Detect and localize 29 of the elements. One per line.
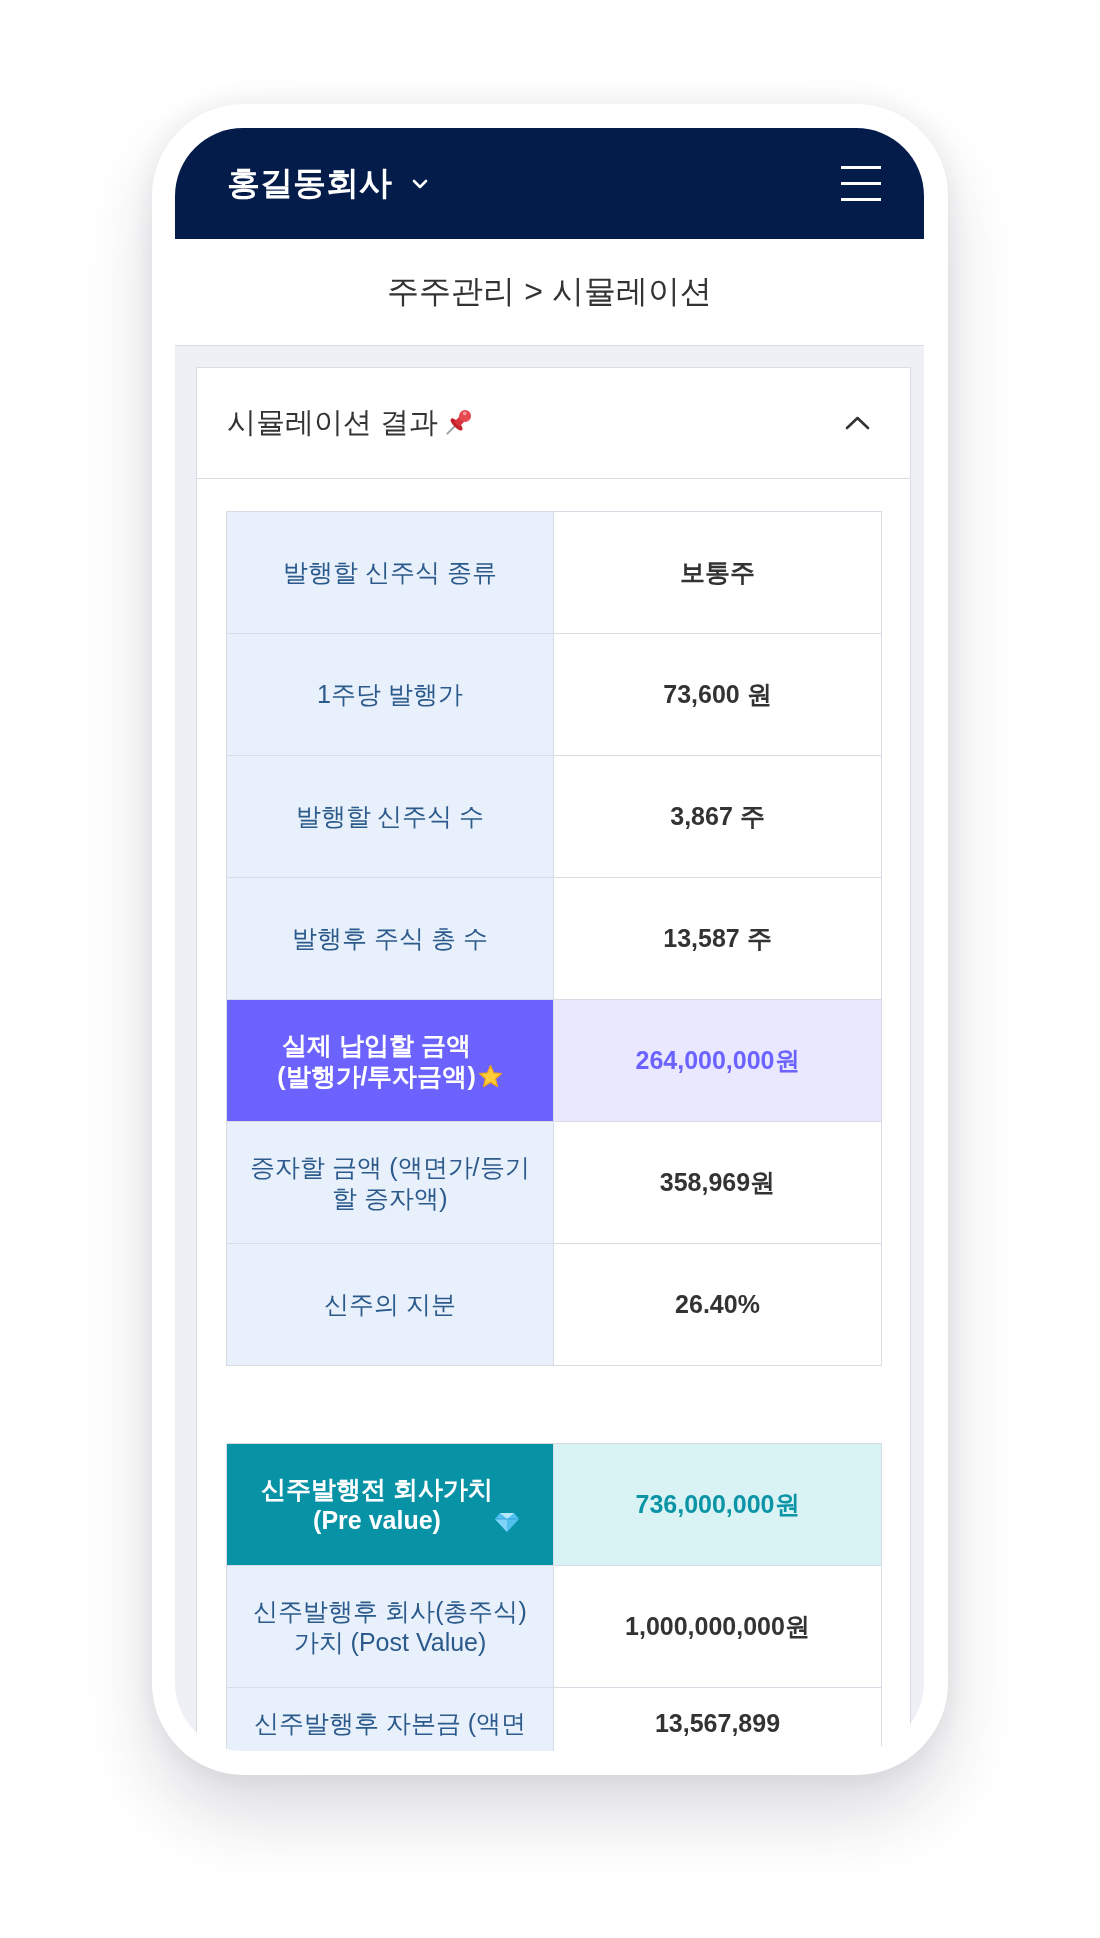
row-label: 발행할 신주식 종류: [283, 557, 497, 588]
row-label: 증자할 금액 (액면가/등기할 증자액): [249, 1151, 531, 1214]
star-icon: [477, 1063, 503, 1089]
row-value: 358,969원: [659, 1167, 776, 1198]
row-label: 신주발행후 자본금 (액면: [253, 1708, 527, 1739]
chevron-down-icon: [412, 178, 428, 189]
row-value: 1,000,000,000원: [625, 1611, 810, 1642]
breadcrumb: 주주관리 > 시뮬레이션: [387, 272, 712, 311]
gem-icon: [494, 1511, 519, 1533]
row-value: 736,000,000원: [635, 1489, 800, 1520]
card-title: 시뮬레이션 결과: [227, 405, 439, 440]
chevron-up-icon: [845, 416, 870, 430]
row-label: 발행할 신주식 수: [295, 801, 485, 832]
row-label: 신주발행후 회사(총주식) 가치 (Post Value): [252, 1595, 528, 1658]
row-value: 264,000,000원: [635, 1045, 800, 1076]
row-label: 발행후 주식 총 수: [292, 923, 488, 954]
menu-button[interactable]: [841, 166, 881, 201]
row-label: 실제 납입할 금액 (발행가/투자금액): [277, 1029, 476, 1092]
row-value: 73,600 원: [663, 679, 772, 710]
company-selector[interactable]: 홍길동회사: [227, 161, 428, 206]
row-label: 1주당 발행가: [317, 679, 463, 710]
row-value: 3,867 주: [670, 801, 765, 832]
row-value: 13,587 주: [663, 923, 772, 954]
row-label: 신주발행전 회사가치 (Pre value): [261, 1473, 493, 1536]
menu-icon: [841, 166, 881, 201]
row-value: 13,567,899: [654, 1708, 781, 1739]
row-value: 보통주: [680, 557, 755, 588]
row-label: 신주의 지분: [324, 1289, 456, 1320]
row-value: 26.40%: [675, 1289, 760, 1320]
